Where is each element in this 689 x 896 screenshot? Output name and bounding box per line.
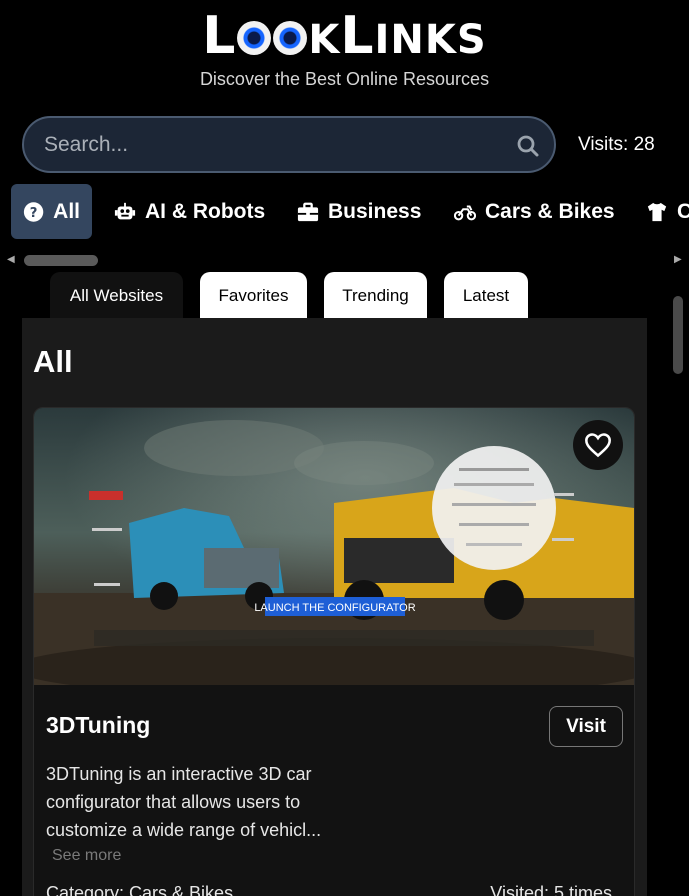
tagline: Discover the Best Online Resources xyxy=(199,69,490,89)
category-clothing[interactable]: C xyxy=(646,184,689,239)
card-title[interactable]: 3DTuning xyxy=(46,712,150,739)
category-bar: ? All AI & Robots Business Cars & Bikes … xyxy=(0,184,689,240)
horizontal-scrollbar-thumb[interactable] xyxy=(24,255,98,266)
site-logo[interactable]: L KLINKS xyxy=(0,10,689,66)
search-input[interactable] xyxy=(44,130,484,160)
see-more-link[interactable]: See more xyxy=(52,847,121,865)
question-circle-icon: ? xyxy=(23,201,44,222)
card-visited-count: Visited: 5 times xyxy=(490,883,612,896)
tab-latest[interactable]: Latest xyxy=(444,272,528,319)
card-description: 3DTuning is an interactive 3D car config… xyxy=(46,764,322,840)
scroll-left-arrow[interactable]: ◀ xyxy=(7,254,15,265)
svg-text:?: ? xyxy=(30,205,38,220)
category-all[interactable]: ? All xyxy=(11,184,92,239)
tab-favorites[interactable]: Favorites xyxy=(200,272,307,319)
category-label: All xyxy=(53,199,80,223)
card-category: Category: Cars & Bikes xyxy=(46,883,234,896)
tshirt-icon xyxy=(647,202,667,221)
tab-trending[interactable]: Trending xyxy=(324,272,427,319)
tab-bar: All Websites Favorites Trending Latest xyxy=(46,270,646,319)
favorite-button[interactable] xyxy=(573,420,623,470)
category-business[interactable]: Business xyxy=(297,184,421,239)
scroll-right-arrow[interactable]: ▶ xyxy=(674,254,682,265)
category-label: C xyxy=(677,199,689,223)
website-card: LAUNCH THE CONFIGURATOR 3DTuning Visit 3… xyxy=(33,407,635,896)
robot-icon xyxy=(114,202,136,219)
category-label: Cars & Bikes xyxy=(485,199,615,223)
tab-all-websites[interactable]: All Websites xyxy=(50,272,183,319)
visit-button[interactable]: Visit xyxy=(549,706,623,747)
heart-icon xyxy=(585,433,611,458)
visits-counter: Visits: 28 xyxy=(578,134,655,155)
image-banner-text: LAUNCH THE CONFIGURATOR xyxy=(254,602,415,614)
briefcase-icon xyxy=(297,202,319,221)
website-thumbnail[interactable]: LAUNCH THE CONFIGURATOR xyxy=(34,408,635,685)
category-label: AI & Robots xyxy=(145,199,266,223)
search-icon[interactable] xyxy=(516,134,540,158)
category-label: Business xyxy=(328,199,422,223)
motorcycle-icon xyxy=(454,204,476,220)
section-title: All xyxy=(33,344,73,379)
search-bar[interactable] xyxy=(22,116,556,173)
vertical-scrollbar-thumb[interactable] xyxy=(673,296,683,374)
category-cars-bikes[interactable]: Cars & Bikes xyxy=(454,184,615,239)
category-ai-robots[interactable]: AI & Robots xyxy=(114,184,265,239)
